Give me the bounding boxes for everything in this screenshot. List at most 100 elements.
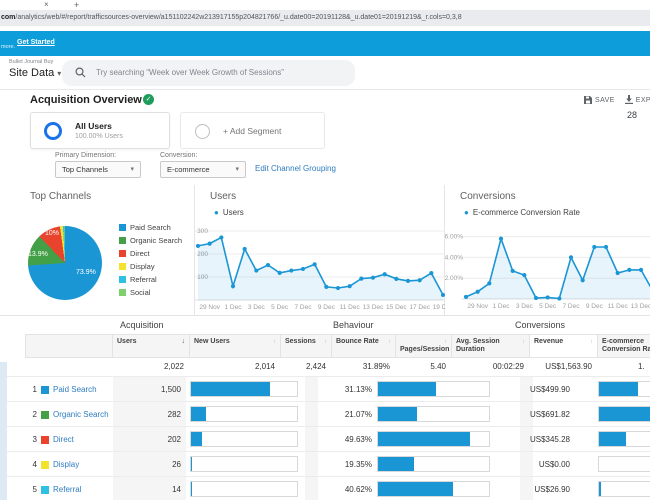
table-header-sessions[interactable]: ↕Sessions	[281, 334, 332, 358]
table-row: 2Organic Search28221.07%US$691.82	[0, 401, 650, 426]
search-input[interactable]: Try searching “Week over Week Growth of …	[62, 60, 355, 86]
url-path: /analytics/web/#/report/trafficsources-o…	[15, 14, 461, 21]
users-value: 282	[113, 402, 181, 427]
ecr-bar-box	[598, 456, 650, 472]
svg-text:3 Dec: 3 Dec	[248, 304, 266, 311]
pie-slice-label: 10%	[45, 230, 59, 237]
total-value: 2,014	[190, 358, 275, 376]
primary-dimension-select[interactable]: ▾Top Channels	[55, 161, 141, 178]
property-selector[interactable]: Site Data▾	[9, 67, 61, 79]
users-value: 26	[113, 452, 181, 477]
table-body: 1Paid Search1,50031.13%US$499.902Organic…	[0, 376, 650, 500]
page-title: Acquisition Overview	[30, 94, 142, 106]
channel-link[interactable]: Organic Search	[53, 402, 109, 427]
channel-link[interactable]: Referral	[53, 477, 81, 500]
sort-desc-icon: ↓	[182, 338, 186, 346]
get-started-link[interactable]: Get Started	[17, 39, 55, 46]
svg-text:1 Dec: 1 Dec	[225, 304, 243, 311]
sort-icon: ↕	[522, 338, 525, 346]
table-header-pages-session[interactable]: ↕Pages/Session	[396, 334, 452, 358]
chevron-down-icon: ▾	[57, 69, 61, 78]
bounce-bar	[378, 457, 414, 471]
total-value: 31.89%	[332, 358, 390, 376]
table-row: 5Referral1440.62%US$26.90	[0, 476, 650, 500]
svg-text:2.00%: 2.00%	[445, 275, 463, 282]
pie-legend-item: Paid Search	[119, 217, 182, 230]
export-button[interactable]: EXPORT	[625, 95, 650, 104]
svg-text:29 Nov: 29 Nov	[467, 303, 488, 310]
table-header-avg-session-duration[interactable]: ↕Avg. Session Duration	[452, 334, 530, 358]
edit-channel-grouping-link[interactable]: Edit Channel Grouping	[255, 164, 336, 173]
conversion-select[interactable]: ▾E-commerce	[160, 161, 246, 178]
users-bar-box	[190, 431, 298, 447]
ecr-bar	[599, 407, 650, 421]
table-header-bounce-rate[interactable]: ↕Bounce Rate	[332, 334, 396, 358]
bounce-bar	[378, 382, 436, 396]
pie-slice-label: 73.9%	[76, 269, 96, 276]
url-text: com/analytics/web/#/report/trafficsource…	[1, 10, 462, 26]
channel-link[interactable]: Display	[53, 452, 79, 477]
data-quality-check-icon: ✓	[143, 94, 154, 105]
channel-link[interactable]: Paid Search	[53, 377, 97, 402]
bounce-rate-value: 19.35%	[310, 452, 372, 477]
users-bar	[191, 382, 270, 396]
users-bar-box	[190, 456, 298, 472]
bounce-rate-value: 40.62%	[310, 477, 372, 500]
segment-subtitle: 100.00% Users	[75, 133, 123, 140]
chevron-down-icon: ▾	[235, 162, 239, 177]
address-bar[interactable]: com/analytics/web/#/report/trafficsource…	[0, 10, 650, 26]
top-channels-pie-chart	[28, 226, 102, 300]
channel-color-swatch-icon	[41, 436, 49, 444]
new-tab-icon[interactable]: +	[74, 0, 79, 10]
table-row: 3Direct20249.63%US$345.28	[0, 426, 650, 451]
segment-title: All Users	[75, 121, 112, 131]
report-actions: SAVE EXPORT	[584, 95, 650, 104]
bounce-bar	[378, 407, 417, 421]
charts-row: Top Channels 73.9%13.9%10% Paid SearchOr…	[0, 185, 650, 316]
svg-text:17 Dec: 17 Dec	[409, 304, 430, 311]
add-segment-ring-icon	[195, 124, 210, 139]
revenue-value: US$691.82	[498, 402, 570, 427]
sort-icon: ↕	[444, 338, 447, 346]
channel-color-swatch-icon	[41, 386, 49, 394]
svg-text:29 Nov: 29 Nov	[199, 304, 220, 311]
pie-legend: Paid SearchOrganic SearchDirectDisplayRe…	[119, 217, 182, 295]
table-header-new-users[interactable]: ↕New Users	[190, 334, 281, 358]
date-range-fragment[interactable]: 28	[627, 110, 637, 120]
users-line-chart: 10020030029 Nov1 Dec3 Dec5 Dec7 Dec9 Dec…	[195, 185, 445, 316]
row-rank: 1	[25, 377, 37, 402]
svg-text:300: 300	[197, 228, 208, 235]
add-segment-button[interactable]: + Add Segment	[180, 112, 325, 149]
users-bar	[191, 407, 206, 421]
bounce-bar-box	[377, 481, 490, 497]
sort-icon: ↕	[590, 338, 593, 346]
svg-text:13 Dec: 13 Dec	[631, 303, 650, 310]
add-segment-label: + Add Segment	[223, 113, 281, 150]
users-bar-box	[190, 381, 298, 397]
pie-chart-title: Top Channels	[30, 191, 91, 202]
save-button[interactable]: SAVE	[584, 96, 615, 104]
revenue-value: US$345.28	[498, 427, 570, 452]
download-icon	[625, 95, 633, 104]
channel-link[interactable]: Direct	[53, 427, 74, 452]
table-row: 4Display2619.35%US$0.00	[0, 451, 650, 476]
ecr-bar	[599, 432, 626, 446]
row-rank: 3	[25, 427, 37, 452]
svg-text:1 Dec: 1 Dec	[493, 303, 511, 310]
table-header-e-commerce-conversion-rate[interactable]: ↕E-commerce Conversion Rate	[598, 334, 650, 358]
table-header-revenue[interactable]: ↕Revenue	[530, 334, 598, 358]
primary-dimension-label: Primary Dimension:	[55, 152, 116, 159]
app-header: Bullet Journal Buy Site Data▾ Try search…	[0, 56, 650, 90]
table-header-channel	[25, 334, 113, 358]
svg-text:13 Dec: 13 Dec	[363, 304, 384, 311]
segment-all-users[interactable]: All Users 100.00% Users	[30, 112, 170, 149]
svg-text:19 Dec: 19 Dec	[433, 304, 445, 311]
table-header-users[interactable]: ↓Users	[113, 334, 190, 358]
browser-tabstrip: × +	[0, 0, 650, 10]
banner-more-text: more.	[1, 44, 15, 50]
total-value: 2,022	[113, 358, 184, 376]
tab-close-icon[interactable]: ×	[44, 0, 49, 10]
save-icon	[584, 96, 592, 104]
pie-legend-item: Referral	[119, 269, 182, 282]
users-bar	[191, 432, 202, 446]
